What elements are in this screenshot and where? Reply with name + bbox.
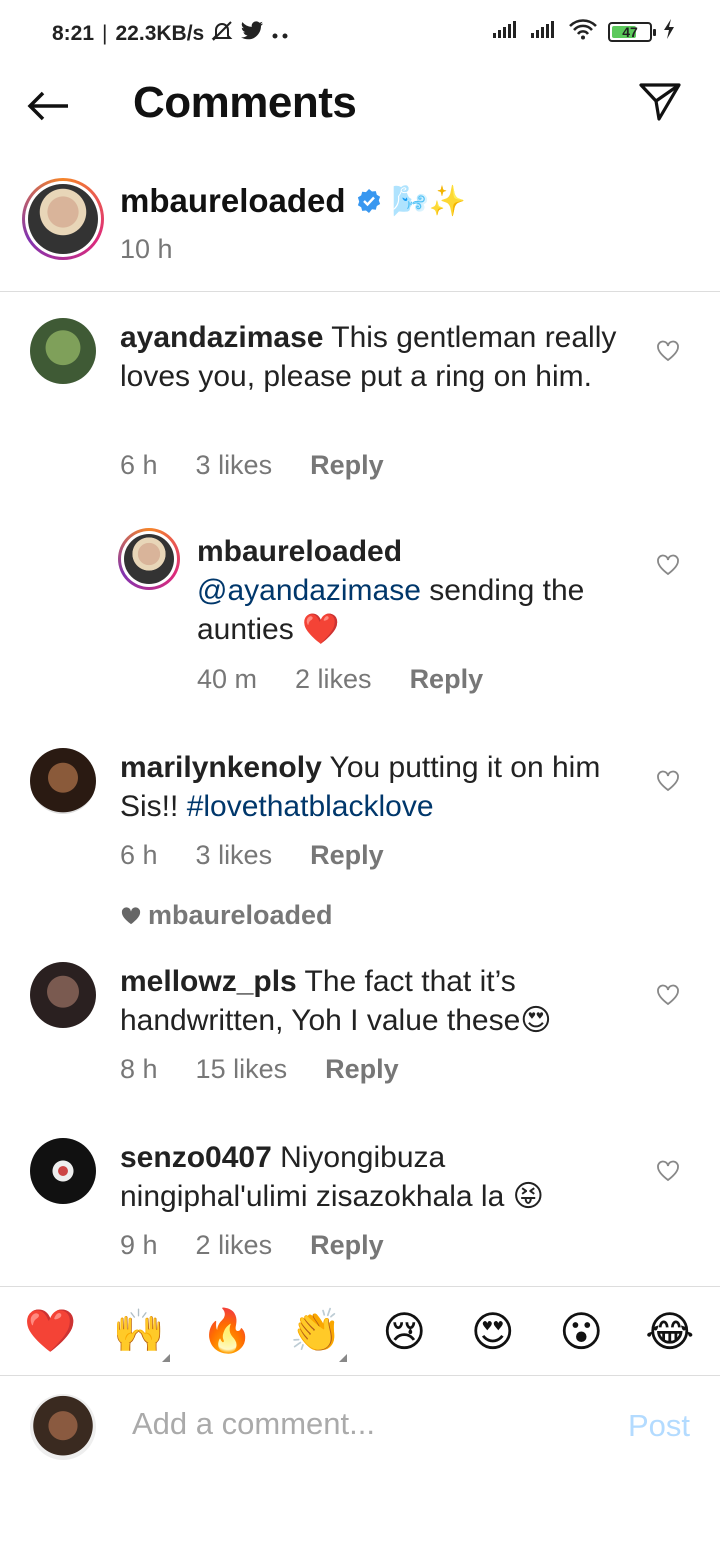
comment-text: mellowz_pls The fact that it’s handwritt… xyxy=(120,962,640,1040)
avatar[interactable] xyxy=(30,748,96,814)
emoji-surprised-button[interactable]: 😮 xyxy=(546,1307,616,1356)
status-separator: | xyxy=(102,22,108,45)
header: Comments xyxy=(0,66,720,146)
direct-send-button[interactable] xyxy=(638,82,686,126)
emoji-fire-button[interactable]: 🔥 xyxy=(192,1306,262,1356)
reply-button[interactable]: Reply xyxy=(325,1054,399,1085)
post-button[interactable]: Post xyxy=(628,1408,690,1444)
comment-username[interactable]: marilynkenoly xyxy=(120,751,322,784)
comment-time: 6 h xyxy=(120,840,158,870)
like-heart-icon[interactable] xyxy=(656,340,680,362)
emoji-quick-bar: ❤️ 🙌 🔥 👏 😢 😍 😮 😂 xyxy=(0,1286,720,1376)
mention-link[interactable]: @ayandazimase xyxy=(197,574,421,607)
comment-input[interactable] xyxy=(132,1406,592,1442)
page-title: Comments xyxy=(133,78,357,127)
avatar[interactable] xyxy=(30,962,96,1028)
comment-meta: 6 h 3 likes Reply xyxy=(120,450,384,481)
emoji-heart-eyes-button[interactable]: 😍 xyxy=(458,1307,528,1356)
back-button[interactable] xyxy=(26,84,76,128)
like-heart-icon[interactable] xyxy=(656,984,680,1006)
status-left: 8:21 | 22.3KB/s xyxy=(52,20,290,48)
comment-username[interactable]: ayandazimase xyxy=(120,321,323,354)
comment-time: 6 h xyxy=(120,450,158,480)
wifi-icon xyxy=(568,18,598,45)
liked-by-username: mbaureloaded xyxy=(148,900,333,930)
comment-likes[interactable]: 15 likes xyxy=(196,1054,288,1085)
comment-meta: 40 m 2 likes Reply xyxy=(197,664,483,695)
comment-meta: 8 h 15 likes Reply xyxy=(120,1054,399,1085)
like-heart-icon[interactable] xyxy=(656,770,680,792)
post-username-row: mbaureloaded 🌬️✨ xyxy=(120,182,466,220)
post-username[interactable]: mbaureloaded xyxy=(120,182,346,220)
creator-liked-indicator: mbaureloaded xyxy=(120,900,333,931)
mute-bell-icon xyxy=(210,20,234,48)
battery-level: 47 xyxy=(622,23,638,40)
comment-likes[interactable]: 2 likes xyxy=(295,664,372,695)
comment-time: 8 h xyxy=(120,1054,158,1084)
status-network-speed: 22.3KB/s xyxy=(115,22,205,45)
signal-icon xyxy=(492,19,520,44)
reply-button[interactable]: Reply xyxy=(310,840,384,871)
comment-text: mbaureloaded @ayandazimase sending the au… xyxy=(197,532,647,649)
current-user-avatar xyxy=(30,1394,96,1460)
avatar[interactable] xyxy=(30,318,96,384)
post-emojis: 🌬️✨ xyxy=(391,184,467,218)
comment-compose-bar: Post xyxy=(0,1376,720,1480)
comment-time: 40 m xyxy=(197,664,258,694)
charging-icon xyxy=(662,18,676,45)
verified-badge-icon xyxy=(357,189,380,213)
reply-button[interactable]: Reply xyxy=(310,1230,384,1261)
post-avatar[interactable] xyxy=(22,178,104,260)
like-heart-icon[interactable] xyxy=(656,554,680,576)
more-dots-icon xyxy=(270,22,290,46)
comment-username[interactable]: senzo0407 xyxy=(120,1141,272,1174)
comment-meta: 9 h 2 likes Reply xyxy=(120,1230,384,1261)
like-heart-icon[interactable] xyxy=(656,1160,680,1182)
avatar[interactable] xyxy=(118,528,180,590)
comment-meta: 6 h 3 likes Reply xyxy=(120,840,384,871)
post-time: 10 h xyxy=(120,234,173,264)
hashtag-link[interactable]: #lovethatblacklove xyxy=(187,790,434,823)
signal-icon xyxy=(530,19,558,44)
status-bar: 8:21 | 22.3KB/s 47 xyxy=(0,0,720,66)
battery-icon: 47 xyxy=(608,21,656,42)
comment-likes[interactable]: 3 likes xyxy=(196,840,273,871)
comment-text: ayandazimase This gentleman really loves… xyxy=(120,318,640,396)
post-caption: mbaureloaded 🌬️✨ 10 h xyxy=(0,168,720,292)
emoji-raising-hands-button[interactable]: 🙌 xyxy=(104,1306,174,1362)
emoji-clapping-button[interactable]: 👏 xyxy=(281,1306,351,1362)
avatar-image xyxy=(124,534,174,584)
comment-time: 9 h xyxy=(120,1230,158,1260)
emoji-heart-button[interactable]: ❤️ xyxy=(15,1306,85,1356)
comment-text: senzo0407 Niyongibuza ningiphal'ulimi zi… xyxy=(120,1138,640,1216)
reply-button[interactable]: Reply xyxy=(310,450,384,481)
status-time: 8:21 xyxy=(52,22,95,45)
status-right: 47 xyxy=(492,18,676,45)
comment-username[interactable]: mbaureloaded xyxy=(197,535,402,568)
twitter-icon xyxy=(240,21,264,47)
comment-username[interactable]: mellowz_pls xyxy=(120,965,297,998)
reply-button[interactable]: Reply xyxy=(410,664,484,695)
avatar[interactable] xyxy=(30,1138,96,1204)
filled-heart-icon xyxy=(121,906,141,924)
comment-likes[interactable]: 2 likes xyxy=(196,1230,273,1261)
avatar xyxy=(28,184,98,254)
direct-send-icon xyxy=(639,83,681,121)
emoji-crying-button[interactable]: 😢 xyxy=(369,1307,439,1356)
comment-text: marilynkenoly You putting it on him Sis!… xyxy=(120,748,640,826)
emoji-laughing-button[interactable]: 😂 xyxy=(635,1307,705,1356)
back-arrow-icon xyxy=(27,91,68,121)
comment-likes[interactable]: 3 likes xyxy=(196,450,273,481)
